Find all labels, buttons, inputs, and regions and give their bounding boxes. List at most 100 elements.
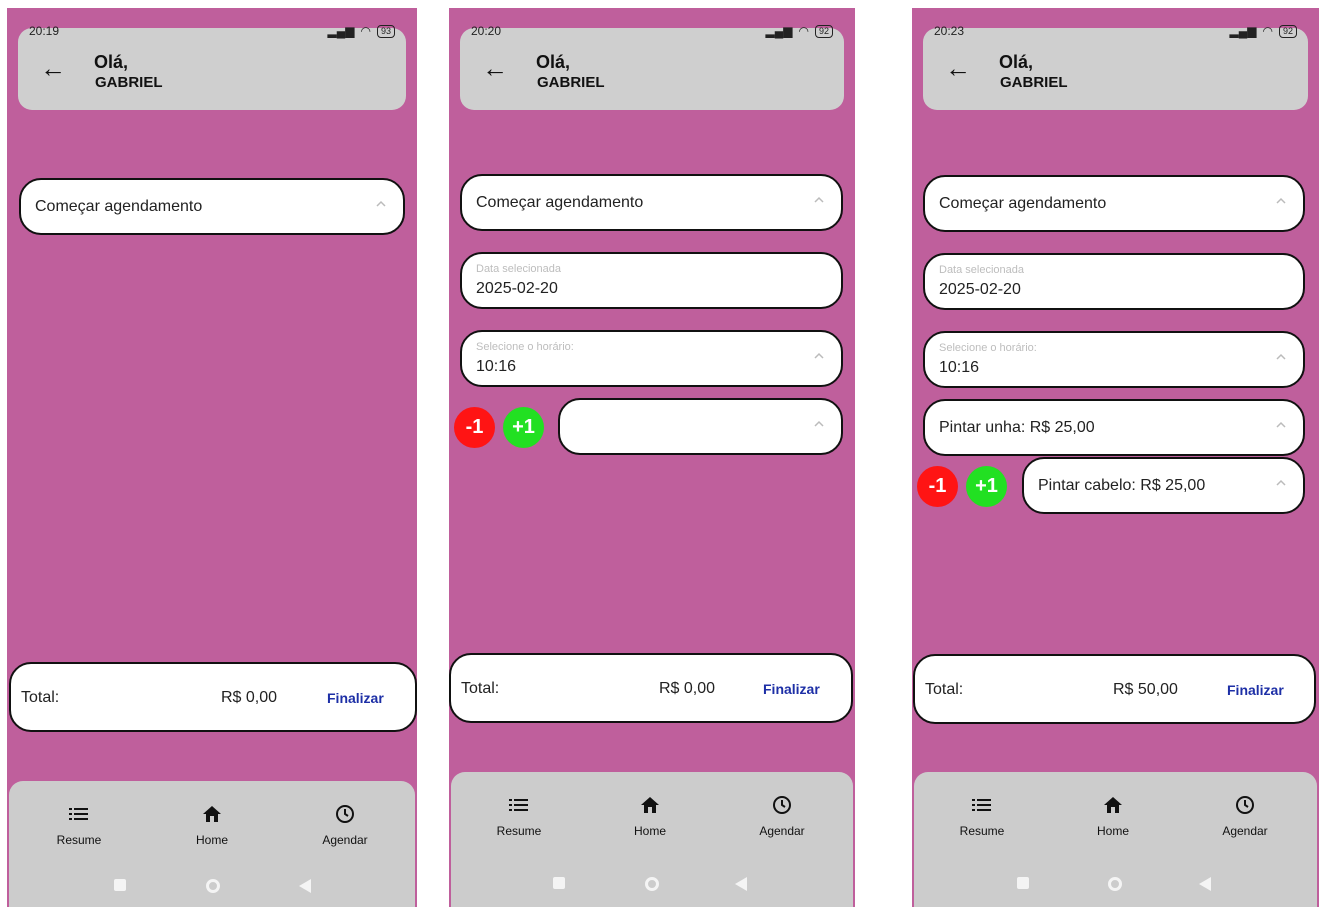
- start-scheduling-dropdown[interactable]: Começar agendamento: [19, 178, 405, 235]
- recents-icon[interactable]: [114, 879, 126, 891]
- header: ← Olá, GABRIEL: [18, 28, 406, 110]
- signal-icon: ▂▄▆: [765, 24, 793, 38]
- time-dropdown[interactable]: Selecione o horário: 10:16: [460, 330, 843, 387]
- nav-resume[interactable]: Resume: [922, 792, 1042, 838]
- battery-icon: 93: [376, 24, 395, 38]
- home-system-icon[interactable]: [645, 877, 659, 891]
- system-nav: [451, 877, 853, 893]
- total-bar: Total: R$ 50,00 Finalizar: [913, 654, 1316, 724]
- recents-icon[interactable]: [553, 877, 565, 889]
- chevron-up-icon: [376, 200, 386, 207]
- time-label: Selecione o horário:: [476, 341, 574, 353]
- finalize-button[interactable]: Finalizar: [763, 681, 820, 697]
- signal-icon: ▂▄▆: [327, 24, 355, 38]
- nav-home-label: Home: [1096, 824, 1129, 838]
- signal-icon: ▂▄▆: [1229, 24, 1257, 38]
- system-nav: [9, 879, 415, 895]
- user-name: GABRIEL: [537, 74, 605, 91]
- total-value: R$ 0,00: [221, 689, 278, 706]
- nav-agendar-label: Agendar: [759, 824, 805, 838]
- total-label: Total:: [461, 680, 500, 697]
- clock-icon: [773, 796, 791, 814]
- chevron-up-icon: [1276, 421, 1286, 428]
- nav-home[interactable]: Home: [152, 801, 272, 847]
- start-scheduling-label: Começar agendamento: [939, 195, 1107, 212]
- finalize-button[interactable]: Finalizar: [327, 690, 384, 706]
- date-value: 2025-02-20: [476, 280, 558, 297]
- increment-button[interactable]: +1: [503, 407, 544, 448]
- date-field[interactable]: Data selecionada 2025-02-20: [460, 252, 843, 309]
- nav-home[interactable]: Home: [590, 792, 710, 838]
- home-icon: [641, 797, 659, 813]
- back-arrow-icon[interactable]: ←: [945, 55, 971, 81]
- nav-resume[interactable]: Resume: [19, 801, 139, 847]
- service-dropdown-2[interactable]: Pintar cabelo: R$ 25,00: [1022, 457, 1305, 514]
- nav-resume-label: Resume: [496, 824, 542, 838]
- time-label: Selecione o horário:: [939, 342, 1037, 354]
- battery-icon: 92: [814, 24, 833, 38]
- chevron-up-icon: [1276, 353, 1286, 360]
- home-system-icon[interactable]: [1108, 877, 1122, 891]
- total-value: R$ 0,00: [659, 680, 716, 697]
- date-value: 2025-02-20: [939, 281, 1021, 298]
- nav-home[interactable]: Home: [1053, 792, 1173, 838]
- home-icon: [203, 806, 221, 822]
- nav-agendar[interactable]: Agendar: [1185, 792, 1305, 838]
- battery-icon: 92: [1278, 24, 1297, 38]
- home-system-icon[interactable]: [206, 879, 220, 893]
- nav-home-label: Home: [633, 824, 666, 838]
- nav-agendar[interactable]: Agendar: [285, 801, 405, 847]
- list-icon: [509, 799, 528, 811]
- start-scheduling-dropdown[interactable]: Começar agendamento: [460, 174, 843, 231]
- total-label: Total:: [21, 689, 60, 706]
- status-bar: 20:19 ▂▄▆ ◠ 93: [29, 22, 395, 40]
- bottom-nav: Resume Home Agendar: [914, 772, 1317, 907]
- service-dropdown[interactable]: [558, 398, 843, 455]
- chevron-up-icon: [814, 196, 824, 203]
- wifi-icon: ◠: [798, 24, 809, 38]
- back-system-icon[interactable]: [735, 877, 747, 891]
- back-system-icon[interactable]: [299, 879, 311, 893]
- time-value: 10:16: [939, 359, 980, 376]
- start-scheduling-label: Começar agendamento: [35, 198, 203, 215]
- date-label: Data selecionada: [939, 264, 1025, 276]
- service-2-label: Pintar cabelo: R$ 25,00: [1038, 477, 1206, 494]
- status-bar: 20:23 ▂▄▆ ◠ 92: [934, 22, 1297, 40]
- clock-icon: [336, 805, 354, 823]
- total-value: R$ 50,00: [1113, 681, 1178, 698]
- time-value: 10:16: [476, 358, 517, 375]
- system-nav: [914, 877, 1317, 893]
- greeting: Olá,: [999, 52, 1034, 72]
- list-icon: [69, 808, 88, 820]
- chevron-up-icon: [814, 420, 824, 427]
- date-field[interactable]: Data selecionada 2025-02-20: [923, 253, 1305, 310]
- start-scheduling-dropdown[interactable]: Começar agendamento: [923, 175, 1305, 232]
- back-system-icon[interactable]: [1199, 877, 1211, 891]
- time-dropdown[interactable]: Selecione o horário: 10:16: [923, 331, 1305, 388]
- status-time: 20:20: [471, 24, 502, 38]
- recents-icon[interactable]: [1017, 877, 1029, 889]
- nav-agendar-label: Agendar: [322, 833, 368, 847]
- bottom-nav: Resume Home Agendar: [451, 772, 853, 907]
- nav-agendar[interactable]: Agendar: [722, 792, 842, 838]
- decrement-button[interactable]: -1: [454, 407, 495, 448]
- decrement-button[interactable]: -1: [917, 466, 958, 507]
- status-time: 20:19: [29, 24, 60, 38]
- nav-resume-label: Resume: [959, 824, 1005, 838]
- header: ← Olá, GABRIEL: [460, 28, 844, 110]
- wifi-icon: ◠: [1262, 24, 1273, 38]
- back-arrow-icon[interactable]: ←: [40, 55, 66, 81]
- status-bar: 20:20 ▂▄▆ ◠ 92: [471, 22, 833, 40]
- service-dropdown-1[interactable]: Pintar unha: R$ 25,00: [923, 399, 1305, 456]
- back-arrow-icon[interactable]: ←: [482, 55, 508, 81]
- increment-button[interactable]: +1: [966, 466, 1007, 507]
- phone-screen-1: 20:19 ▂▄▆ ◠ 93 ← Olá, GABRIEL Começar agen…: [7, 8, 417, 907]
- nav-resume[interactable]: Resume: [459, 792, 579, 838]
- service-1-label: Pintar unha: R$ 25,00: [939, 419, 1095, 436]
- finalize-button[interactable]: Finalizar: [1227, 682, 1284, 698]
- clock-icon: [1236, 796, 1254, 814]
- chevron-up-icon: [1276, 479, 1286, 486]
- date-label: Data selecionada: [476, 263, 562, 275]
- greeting: Olá,: [536, 52, 571, 72]
- nav-resume-label: Resume: [56, 833, 102, 847]
